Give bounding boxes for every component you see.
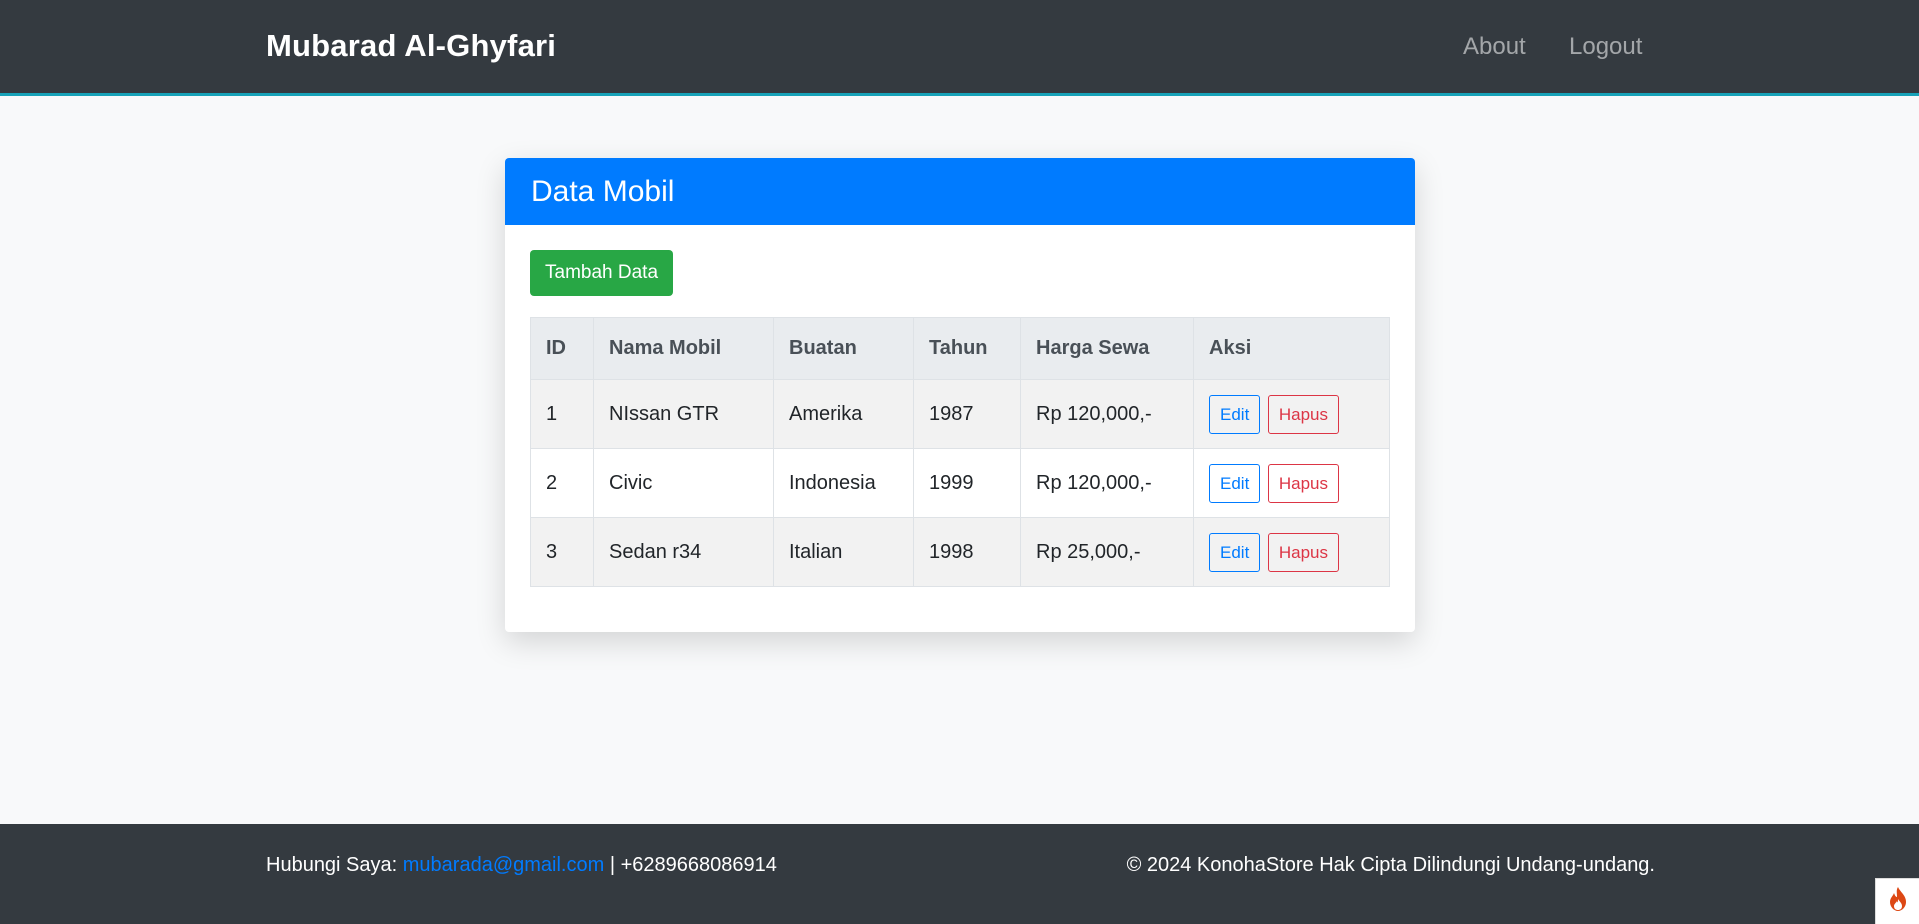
cell-nama: Civic bbox=[593, 448, 774, 518]
table-body: 1 NIssan GTR Amerika 1987 Rp 120,000,- E… bbox=[530, 379, 1390, 587]
cell-id: 3 bbox=[530, 517, 594, 587]
phone-number: | +6289668086914 bbox=[609, 854, 777, 876]
cell-tahun: 1987 bbox=[913, 379, 1021, 449]
cell-tahun: 1998 bbox=[913, 517, 1021, 587]
column-header-harga: Harga Sewa bbox=[1020, 317, 1194, 380]
footer-contact: Hubungi Saya: mubarada@gmail.com | +6289… bbox=[266, 854, 777, 877]
cell-nama: Sedan r34 bbox=[593, 517, 774, 587]
nav-logout-link[interactable]: Logout bbox=[1569, 33, 1642, 61]
email-link[interactable]: mubarada@gmail.com bbox=[403, 854, 605, 876]
table-header: ID Nama Mobil Buatan Tahun Harga Sewa Ak… bbox=[530, 317, 1390, 380]
car-table: ID Nama Mobil Buatan Tahun Harga Sewa Ak… bbox=[530, 317, 1390, 587]
cell-harga: Rp 25,000,- bbox=[1020, 517, 1194, 587]
cell-aksi: Edit Hapus bbox=[1193, 517, 1390, 587]
cell-buatan: Indonesia bbox=[773, 448, 914, 518]
card-body: Tambah Data ID Nama Mobil Buatan Tahun H… bbox=[505, 225, 1415, 612]
cell-harga: Rp 120,000,- bbox=[1020, 448, 1194, 518]
column-header-buatan: Buatan bbox=[773, 317, 914, 380]
edit-button[interactable]: Edit bbox=[1209, 463, 1261, 503]
column-header-id: ID bbox=[530, 317, 594, 380]
flame-icon bbox=[1887, 886, 1909, 917]
column-header-tahun: Tahun bbox=[913, 317, 1021, 380]
delete-button[interactable]: Hapus bbox=[1267, 394, 1339, 434]
column-header-nama: Nama Mobil bbox=[593, 317, 774, 380]
cell-harga: Rp 120,000,- bbox=[1020, 379, 1194, 449]
cell-id: 1 bbox=[530, 379, 594, 449]
cell-buatan: Amerika bbox=[773, 379, 914, 449]
cell-nama: NIssan GTR bbox=[593, 379, 774, 449]
cell-tahun: 1999 bbox=[913, 448, 1021, 518]
edit-button[interactable]: Edit bbox=[1209, 532, 1261, 572]
table-row: 2 Civic Indonesia 1999 Rp 120,000,- Edit… bbox=[530, 448, 1390, 518]
card-title: Data Mobil bbox=[531, 174, 675, 208]
nav-about-link[interactable]: About bbox=[1463, 33, 1526, 61]
data-card: Data Mobil Tambah Data ID Nama Mobil Bua… bbox=[505, 158, 1415, 632]
contact-prefix: Hubungi Saya: bbox=[266, 854, 398, 876]
table-row: 1 NIssan GTR Amerika 1987 Rp 120,000,- E… bbox=[530, 379, 1390, 449]
cell-aksi: Edit Hapus bbox=[1193, 448, 1390, 518]
table-header-row: ID Nama Mobil Buatan Tahun Harga Sewa Ak… bbox=[530, 317, 1390, 380]
debug-toolbar-toggle[interactable] bbox=[1875, 878, 1919, 924]
navbar: Mubarad Al-Ghyfari About Logout bbox=[0, 0, 1919, 96]
footer: Hubungi Saya: mubarada@gmail.com | +6289… bbox=[0, 824, 1919, 924]
delete-button[interactable]: Hapus bbox=[1267, 532, 1339, 572]
edit-button[interactable]: Edit bbox=[1209, 394, 1261, 434]
add-data-button[interactable]: Tambah Data bbox=[530, 250, 674, 296]
cell-buatan: Italian bbox=[773, 517, 914, 587]
brand-link[interactable]: Mubarad Al-Ghyfari bbox=[266, 28, 556, 64]
column-header-aksi: Aksi bbox=[1193, 317, 1390, 380]
delete-button[interactable]: Hapus bbox=[1267, 463, 1339, 503]
table-row: 3 Sedan r34 Italian 1998 Rp 25,000,- Edi… bbox=[530, 517, 1390, 587]
card-header: Data Mobil bbox=[505, 158, 1415, 225]
footer-copyright: © 2024 KonohaStore Hak Cipta Dilindungi … bbox=[1126, 854, 1655, 876]
cell-id: 2 bbox=[530, 448, 594, 518]
cell-aksi: Edit Hapus bbox=[1193, 379, 1390, 449]
